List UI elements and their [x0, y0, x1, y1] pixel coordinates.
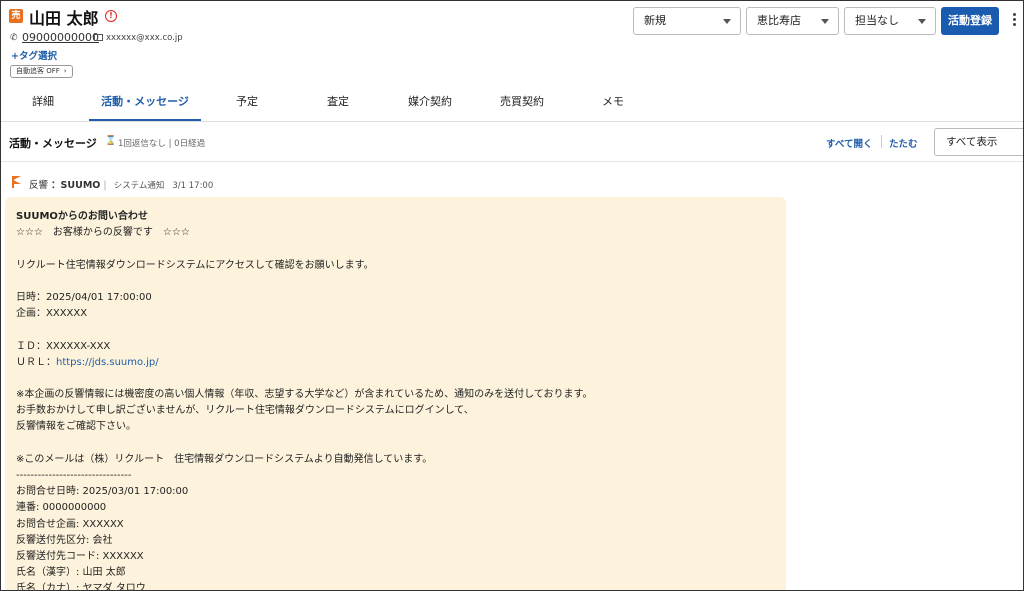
message-line: --------------------------------: [16, 470, 132, 481]
message-title: SUUMOからのお問い合わせ: [16, 211, 148, 222]
message-line: [16, 274, 775, 290]
filter-select[interactable]: すべて表示: [934, 128, 1023, 156]
more-menu-icon[interactable]: [1009, 11, 1019, 31]
tab-sales-contract[interactable]: 売買契約: [487, 85, 557, 121]
customer-header: 売 山田 太郎 ! ✆ 09000000000 xxxxxx@xxx.co.jp…: [1, 1, 1023, 85]
store-select-value: 恵比寿店: [757, 14, 801, 27]
message-line: [16, 371, 775, 387]
register-activity-button[interactable]: 活動登録: [941, 7, 999, 35]
tag-select-link[interactable]: +タグ選択: [11, 48, 57, 62]
message-line: 反響送付先コード: XXXXXX: [16, 550, 144, 562]
section-title: 活動・メッセージ: [9, 137, 97, 150]
tab-appraisal[interactable]: 査定: [304, 85, 372, 121]
message-line: ※このメールは（株）リクルート 住宅情報ダウンロードシステムより自動発信していま…: [16, 453, 433, 465]
customer-name: 山田 太郎: [29, 9, 99, 28]
section-toolbar: 活動・メッセージ ⌛ 1回返信なし | 0日経過 すべて開く たたむ すべて表示: [1, 122, 1023, 162]
chevron-right-icon: ›: [63, 67, 67, 75]
message-line: [16, 322, 775, 338]
chevron-down-icon: [821, 19, 829, 24]
message-line: ＵＲＬ：https://jds.suumo.jp/: [16, 355, 775, 371]
email-text[interactable]: xxxxxx@xxx.co.jp: [106, 33, 183, 43]
phone-icon: ✆: [10, 33, 18, 43]
url-label: ＵＲＬ：: [16, 356, 56, 368]
expand-all-link[interactable]: すべて開く: [826, 136, 872, 150]
collapse-all-link[interactable]: たたむ: [889, 136, 918, 150]
auto-chase-toggle[interactable]: 自動追客 OFF ›: [10, 65, 73, 78]
mail-icon: [94, 34, 103, 41]
message-line: お問合せ企画: XXXXXX: [16, 518, 124, 530]
sell-type-badge: 売: [9, 9, 23, 23]
activity-datetime: 3/1 17:00: [172, 181, 214, 191]
status-select-value: 新規: [644, 14, 666, 27]
tab-memo[interactable]: メモ: [579, 85, 647, 121]
message-line: [16, 436, 775, 452]
message-body: SUUMOからのお問い合わせ ☆☆☆ お客様からの反響です ☆☆☆ リクルート住…: [5, 197, 786, 591]
divider: [881, 135, 882, 148]
tab-schedule[interactable]: 予定: [213, 85, 281, 121]
flag-icon: [12, 176, 22, 188]
staff-select[interactable]: 担当なし: [844, 7, 936, 35]
chevron-down-icon: [918, 19, 926, 24]
reply-status-text: 1回返信なし | 0日経過: [118, 139, 206, 149]
message-line: 氏名（カナ）: ヤマダ タロウ: [16, 583, 146, 591]
message-line: ☆☆☆ お客様からの反響です ☆☆☆: [16, 227, 190, 239]
message-line: お問合せ日時: 2025/03/01 17:00:00: [16, 486, 189, 498]
message-line: 日時：2025/04/01 17:00:00: [16, 291, 152, 303]
tab-activity[interactable]: 活動・メッセージ: [89, 85, 201, 121]
tab-bar: 詳細 活動・メッセージ 予定 査定 媒介契約 売買契約 メモ: [1, 85, 1023, 122]
message-line: 反響送付先区分: 会社: [16, 534, 113, 546]
alert-icon[interactable]: !: [105, 10, 117, 22]
activity-label: 反響: [29, 180, 49, 191]
suumo-url-link[interactable]: https://jds.suumo.jp/: [56, 357, 159, 368]
tab-details[interactable]: 詳細: [11, 85, 75, 121]
staff-select-value: 担当なし: [855, 14, 899, 27]
message-line: 企画：XXXXXX: [16, 308, 88, 320]
message-line: ＩＤ：XXXXXX-XXX: [16, 340, 111, 352]
message-line: リクルート住宅情報ダウンロードシステムにアクセスして確認をお願いします。: [16, 259, 374, 271]
phone-link[interactable]: 09000000000: [22, 31, 99, 44]
status-select[interactable]: 新規: [633, 7, 741, 35]
app-frame: 売 山田 太郎 ! ✆ 09000000000 xxxxxx@xxx.co.jp…: [0, 0, 1024, 591]
message-line: 連番: 0000000000: [16, 502, 107, 514]
message-line: 反響情報をご確認下さい。: [16, 421, 136, 433]
activity-source: ：SUUMO: [51, 180, 101, 191]
activity-kind: システム通知: [113, 181, 165, 191]
chevron-down-icon: [723, 19, 731, 24]
tab-brokerage[interactable]: 媒介契約: [395, 85, 465, 121]
activity-header: 反響 ：SUUMO | システム通知 3/1 17:00: [29, 180, 214, 191]
message-line: [16, 241, 775, 257]
message-line: 氏名（漢字）: 山田 太郎: [16, 567, 126, 579]
store-select[interactable]: 恵比寿店: [746, 7, 839, 35]
message-line: お手数おかけして申し訳ございませんが、リクルート住宅情報ダウンロードシステムにロ…: [16, 405, 474, 417]
message-line: ※本企画の反響情報には機密度の高い個人情報（年収、志望する大学など）が含まれてい…: [16, 389, 593, 401]
hourglass-icon: ⌛: [105, 136, 117, 146]
auto-chase-label: 自動追客 OFF: [16, 67, 60, 75]
